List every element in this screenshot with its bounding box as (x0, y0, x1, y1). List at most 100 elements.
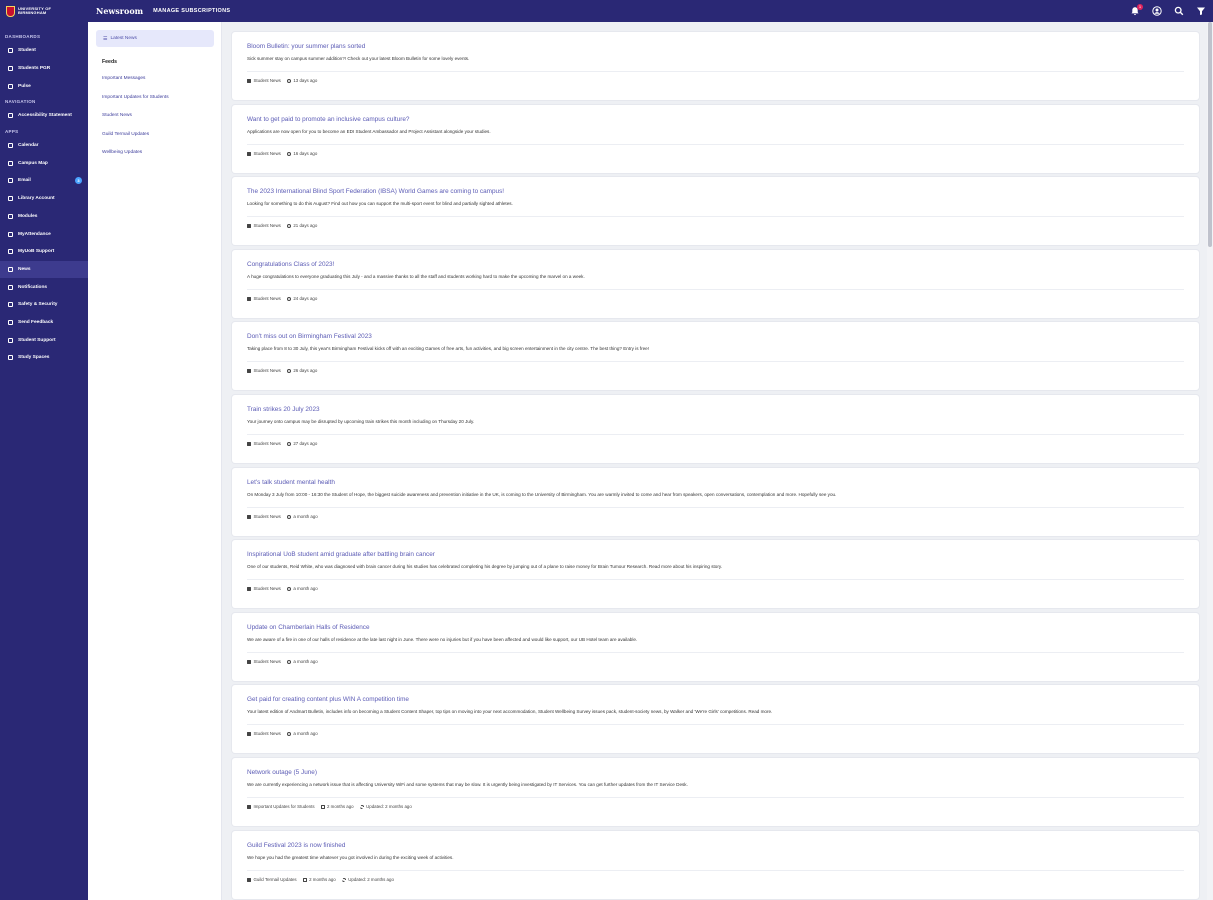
news-summary: One of our students, Reid White, who was… (247, 564, 723, 569)
published-time: 26 days ago (286, 368, 317, 373)
scrollbar[interactable] (1207, 22, 1213, 900)
news-summary: Your latest edition of Andmart Bulletin,… (247, 709, 773, 714)
sidebar-item-calendar[interactable]: Calendar (0, 137, 88, 155)
news-meta: Student News a month ago (247, 586, 318, 591)
clock-icon (286, 514, 291, 519)
news-title[interactable]: Let's talk student mental health (247, 479, 1184, 488)
sidebar-item-campus-map[interactable]: Campus Map (0, 154, 88, 172)
feed-link-student-news[interactable]: Student News (102, 113, 214, 132)
app-title[interactable]: Newsroom (96, 6, 143, 16)
published-time: 2 months ago (320, 804, 354, 809)
feed-name: Student News (253, 659, 281, 664)
news-icon (7, 266, 13, 272)
news-card[interactable]: Guild Festival 2023 is now finished We ho… (232, 831, 1199, 899)
notifications-button[interactable]: 1 (1129, 4, 1143, 17)
news-title[interactable]: Inspirational UoB student amid graduate … (247, 551, 1184, 560)
document-icon (247, 877, 251, 882)
news-card[interactable]: Congratulations Class of 2023! A huge con… (232, 250, 1199, 318)
document-icon (247, 731, 251, 736)
time-ago: a month ago (293, 514, 318, 519)
sidebar-item-email[interactable]: Email 3 (0, 172, 88, 190)
news-card[interactable]: Network outage (5 June) We are currently … (232, 758, 1199, 826)
feed-tag: Guild Termail Updates (247, 877, 297, 882)
feed-name: Guild Termail Updates (253, 877, 297, 882)
news-title[interactable]: Congratulations Class of 2023! (247, 261, 1184, 270)
news-meta: Student News a month ago (247, 659, 318, 664)
account-button[interactable] (1151, 5, 1163, 17)
university-logo[interactable]: UNIVERSITY OF BIRMINGHAM (0, 0, 88, 22)
sidebar-item-notifications[interactable]: Notifications (0, 278, 88, 296)
shield-icon (7, 302, 13, 308)
news-card[interactable]: Let's talk student mental health On Monda… (232, 468, 1199, 536)
feeds-heading: Feeds (102, 59, 117, 65)
filter-button[interactable] (1195, 5, 1207, 17)
news-card[interactable]: Bloom Bulletin: your summer plans sorted… (232, 32, 1199, 100)
feed-tag: Student News (247, 368, 281, 373)
news-title[interactable]: Train strikes 20 July 2023 (247, 406, 1184, 415)
news-title[interactable]: Guild Festival 2023 is now finished (247, 842, 1184, 851)
document-icon (247, 659, 251, 664)
news-feed: Bloom Bulletin: your summer plans sorted… (222, 22, 1207, 900)
time-ago: a month ago (293, 731, 318, 736)
news-meta: Student News 13 days ago (247, 78, 317, 83)
news-title[interactable]: Network outage (5 June) (247, 769, 1184, 778)
news-title[interactable]: Update on Chamberlain Halls of Residence (247, 624, 1184, 633)
divider (247, 361, 1184, 362)
sidebar-item-label: Student Support (18, 337, 56, 343)
news-card[interactable]: Update on Chamberlain Halls of Residence… (232, 613, 1199, 681)
search-icon (1174, 6, 1184, 16)
news-meta: Student News a month ago (247, 731, 318, 736)
feed-link-important-updates-for-students[interactable]: Important Updates for Students (102, 95, 214, 114)
news-title[interactable]: Don't miss out on Birmingham Festival 20… (247, 333, 1184, 342)
sidebar-item-student[interactable]: Student (0, 42, 88, 60)
sidebar-item-safety-security[interactable]: Safety & Security (0, 296, 88, 314)
news-card[interactable]: Don't miss out on Birmingham Festival 20… (232, 322, 1199, 390)
feed-tag: Student News (247, 296, 281, 301)
sidebar-item-myattendance[interactable]: MyAttendance (0, 225, 88, 243)
sidebar-item-students-pgr[interactable]: Students PGR (0, 60, 88, 78)
sidebar-item-send-feedback[interactable]: Send Feedback (0, 314, 88, 332)
top-bar: UNIVERSITY OF BIRMINGHAM Newsroom MANAGE… (0, 0, 1213, 22)
feed-name: Student News (253, 78, 281, 83)
clock-icon (286, 78, 291, 83)
news-card[interactable]: The 2023 International Blind Sport Feder… (232, 177, 1199, 245)
sidebar-item-myuob-support[interactable]: MyUoB Support (0, 243, 88, 261)
feed-link-wellbeing-updates[interactable]: Wellbeing Updates (102, 150, 214, 169)
news-card[interactable]: Get paid for creating content plus WIN A… (232, 685, 1199, 753)
clock-icon (286, 296, 291, 301)
latest-news-button[interactable]: ☰ Latest News (96, 30, 214, 47)
sidebar-section-navigation: NAVIGATION (5, 99, 36, 105)
news-card[interactable]: Train strikes 20 July 2023 Your journey o… (232, 395, 1199, 463)
sidebar-item-label: News (18, 266, 31, 272)
sidebar-item-student-support[interactable]: Student Support (0, 331, 88, 349)
search-button[interactable] (1173, 5, 1185, 17)
calendar-icon (302, 877, 307, 882)
feed-tag: Student News (247, 441, 281, 446)
scrollbar-thumb[interactable] (1208, 22, 1212, 247)
sidebar-item-accessibility-statement[interactable]: Accessibility Statement (0, 107, 88, 125)
manage-subscriptions-link[interactable]: MANAGE SUBSCRIPTIONS (153, 8, 230, 14)
sidebar-item-label: Modules (18, 213, 38, 219)
sidebar-item-label: Notifications (18, 284, 48, 290)
sidebar-item-news[interactable]: News (0, 260, 88, 279)
feed-link-guild-termail-updates[interactable]: Guild Termail Updates (102, 132, 214, 151)
sidebar-item-modules[interactable]: Modules (0, 208, 88, 226)
sidebar-item-library-account[interactable]: Library Account (0, 190, 88, 208)
news-title[interactable]: Get paid for creating content plus WIN A… (247, 696, 1184, 705)
news-card[interactable]: Inspirational UoB student amid graduate … (232, 540, 1199, 608)
pulse-icon (7, 83, 13, 89)
feed-link-important-messages[interactable]: Important Messages (102, 76, 214, 95)
feed-tag: Student News (247, 78, 281, 83)
news-title[interactable]: Bloom Bulletin: your summer plans sorted (247, 43, 1184, 52)
news-card[interactable]: Want to get paid to promote an inclusive… (232, 105, 1199, 173)
feed-name: Student News (253, 441, 281, 446)
updated-time: Updated: 2 months ago (359, 804, 412, 809)
sidebar-item-study-spaces[interactable]: Study Spaces (0, 349, 88, 367)
map-pin-icon (7, 160, 13, 166)
news-title[interactable]: The 2023 International Blind Sport Feder… (247, 188, 1184, 197)
sidebar-item-pulse[interactable]: Pulse (0, 77, 88, 95)
home-icon (7, 66, 13, 72)
news-title[interactable]: Want to get paid to promote an inclusive… (247, 116, 1184, 125)
time-ago: 2 months ago (309, 877, 336, 882)
sidebar-item-label: Calendar (18, 143, 39, 149)
